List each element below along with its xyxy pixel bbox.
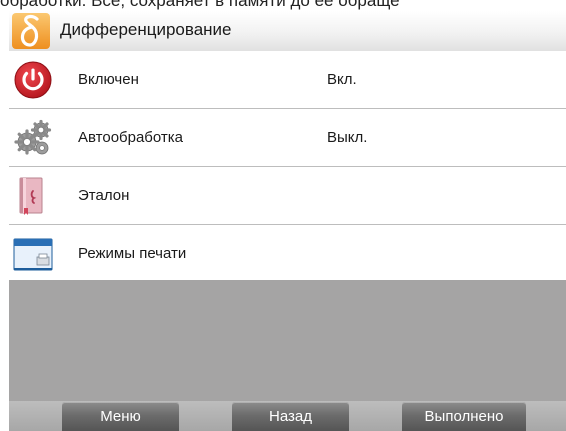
softkey-bar: Меню Назад Выполнено: [9, 401, 566, 431]
menu-item-value: Выкл.: [327, 129, 368, 146]
book-icon: [13, 176, 53, 216]
menu-item-reference[interactable]: Эталон: [9, 167, 566, 225]
menu-button[interactable]: Меню: [62, 402, 179, 431]
power-icon: [13, 60, 53, 100]
done-button[interactable]: Выполнено: [402, 402, 526, 431]
menu-item-enabled[interactable]: Включен Вкл.: [9, 51, 566, 109]
settings-menu: Включен Вкл. Автообработка Выкл. Эталон …: [9, 51, 566, 283]
document-header-text: обработки. Всё, сохраняет в памяти до её…: [0, 0, 400, 10]
menu-item-print-modes[interactable]: Режимы печати: [9, 225, 566, 283]
menu-item-label: Эталон: [78, 187, 130, 204]
menu-item-value: Вкл.: [327, 71, 357, 88]
menu-item-auto-processing[interactable]: Автообработка Выкл.: [9, 109, 566, 167]
device-screen: Дифференцирование Включен Вкл. Автообраб…: [9, 11, 566, 431]
menu-item-label: Режимы печати: [78, 245, 187, 262]
back-button[interactable]: Назад: [232, 402, 349, 431]
gears-icon: [13, 118, 53, 158]
menu-item-label: Автообработка: [78, 129, 184, 146]
print-window-icon: [13, 234, 53, 274]
menu-item-label: Включен: [78, 71, 139, 88]
page-title: Дифференцирование: [60, 20, 232, 39]
delta-icon: [11, 12, 51, 50]
empty-list-area: [9, 280, 566, 401]
title-bar: Дифференцирование: [9, 11, 566, 52]
